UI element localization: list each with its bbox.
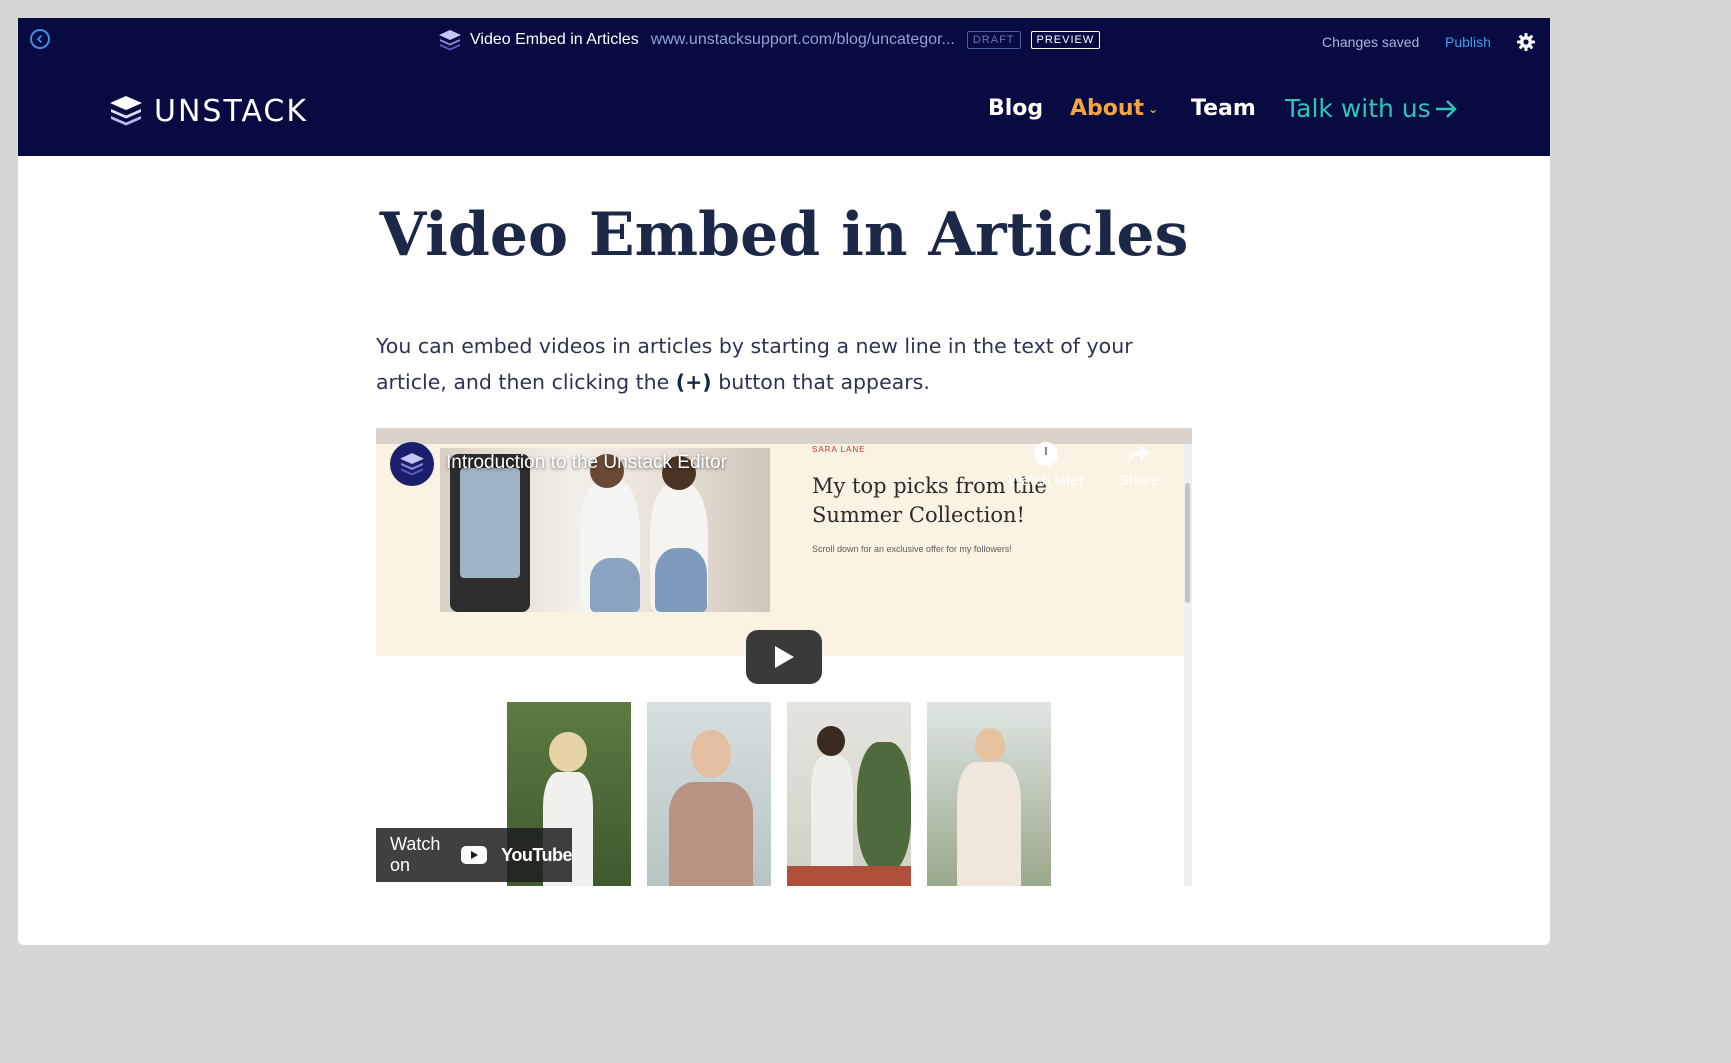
editor-page-title: Video Embed in Articles bbox=[470, 31, 639, 48]
talk-with-us-link[interactable]: Talk with us bbox=[1285, 94, 1458, 123]
logo-text: UNSTACK bbox=[154, 93, 309, 129]
site-logo[interactable]: UNSTACK bbox=[108, 93, 309, 129]
page-url[interactable]: www.unstacksupport.com/blog/uncategor... bbox=[651, 31, 955, 49]
layers-logo-icon bbox=[400, 453, 424, 476]
thumbnail bbox=[927, 702, 1051, 886]
watch-later-button[interactable]: Watch later bbox=[1006, 442, 1086, 489]
nav-item-blog[interactable]: Blog bbox=[988, 96, 1043, 121]
inner-subtext: Scroll down for an exclusive offer for m… bbox=[812, 544, 1012, 554]
draft-badge: DRAFT bbox=[966, 31, 1021, 49]
thumbnail bbox=[647, 702, 771, 886]
top-header: Video Embed in Articles www.unstacksuppo… bbox=[18, 18, 1550, 156]
intro-plus-text: (+) bbox=[675, 370, 712, 394]
share-label: Share bbox=[1118, 472, 1160, 489]
browser-frame: Video Embed in Articles www.unstacksuppo… bbox=[18, 18, 1550, 945]
layers-logo-icon bbox=[439, 30, 461, 51]
share-icon bbox=[1128, 445, 1150, 463]
watch-later-label: Watch later bbox=[1008, 472, 1084, 489]
save-status: Changes saved bbox=[1322, 34, 1420, 50]
nav-item-team[interactable]: Team bbox=[1191, 96, 1256, 121]
video-embed[interactable]: Introduction to the Unstack Editor SARA … bbox=[376, 428, 1192, 886]
thumbnail bbox=[787, 702, 911, 886]
gear-icon[interactable] bbox=[1516, 32, 1536, 52]
publish-button[interactable]: Publish bbox=[1445, 34, 1491, 50]
watch-on-label: Watch on bbox=[390, 834, 441, 875]
share-button[interactable]: Share bbox=[1106, 442, 1172, 489]
channel-avatar[interactable] bbox=[390, 442, 434, 486]
chevron-down-icon: ⌄ bbox=[1148, 102, 1159, 116]
youtube-wordmark: YouTube bbox=[501, 844, 572, 865]
layers-logo-icon bbox=[110, 96, 142, 126]
youtube-logo: YouTube bbox=[461, 845, 572, 866]
nav-item-about-label: About bbox=[1070, 96, 1145, 121]
nav-item-about[interactable]: About ⌄ bbox=[1070, 96, 1158, 121]
inner-brand: SARA LANE bbox=[812, 445, 866, 454]
intro-text-2: button that appears. bbox=[711, 370, 930, 394]
arrow-right-icon bbox=[1435, 100, 1457, 118]
video-title[interactable]: Introduction to the Unstack Editor bbox=[446, 452, 727, 474]
play-button[interactable] bbox=[746, 630, 822, 684]
play-icon bbox=[775, 646, 794, 668]
editor-page-info: Video Embed in Articles www.unstacksuppo… bbox=[438, 28, 1110, 52]
preview-button[interactable]: PREVIEW bbox=[1030, 31, 1101, 49]
article-title: Video Embed in Articles bbox=[379, 200, 1189, 270]
article-intro: You can embed videos in articles by star… bbox=[376, 328, 1176, 400]
video-scrollbar-thumb[interactable] bbox=[1185, 483, 1190, 603]
youtube-play-icon bbox=[461, 846, 488, 864]
back-button[interactable] bbox=[30, 29, 50, 49]
chevron-left-icon bbox=[36, 34, 43, 44]
clock-icon bbox=[1034, 442, 1058, 466]
talk-with-us-label: Talk with us bbox=[1285, 94, 1431, 123]
watch-on-youtube-button[interactable]: Watch on YouTube bbox=[376, 828, 572, 882]
